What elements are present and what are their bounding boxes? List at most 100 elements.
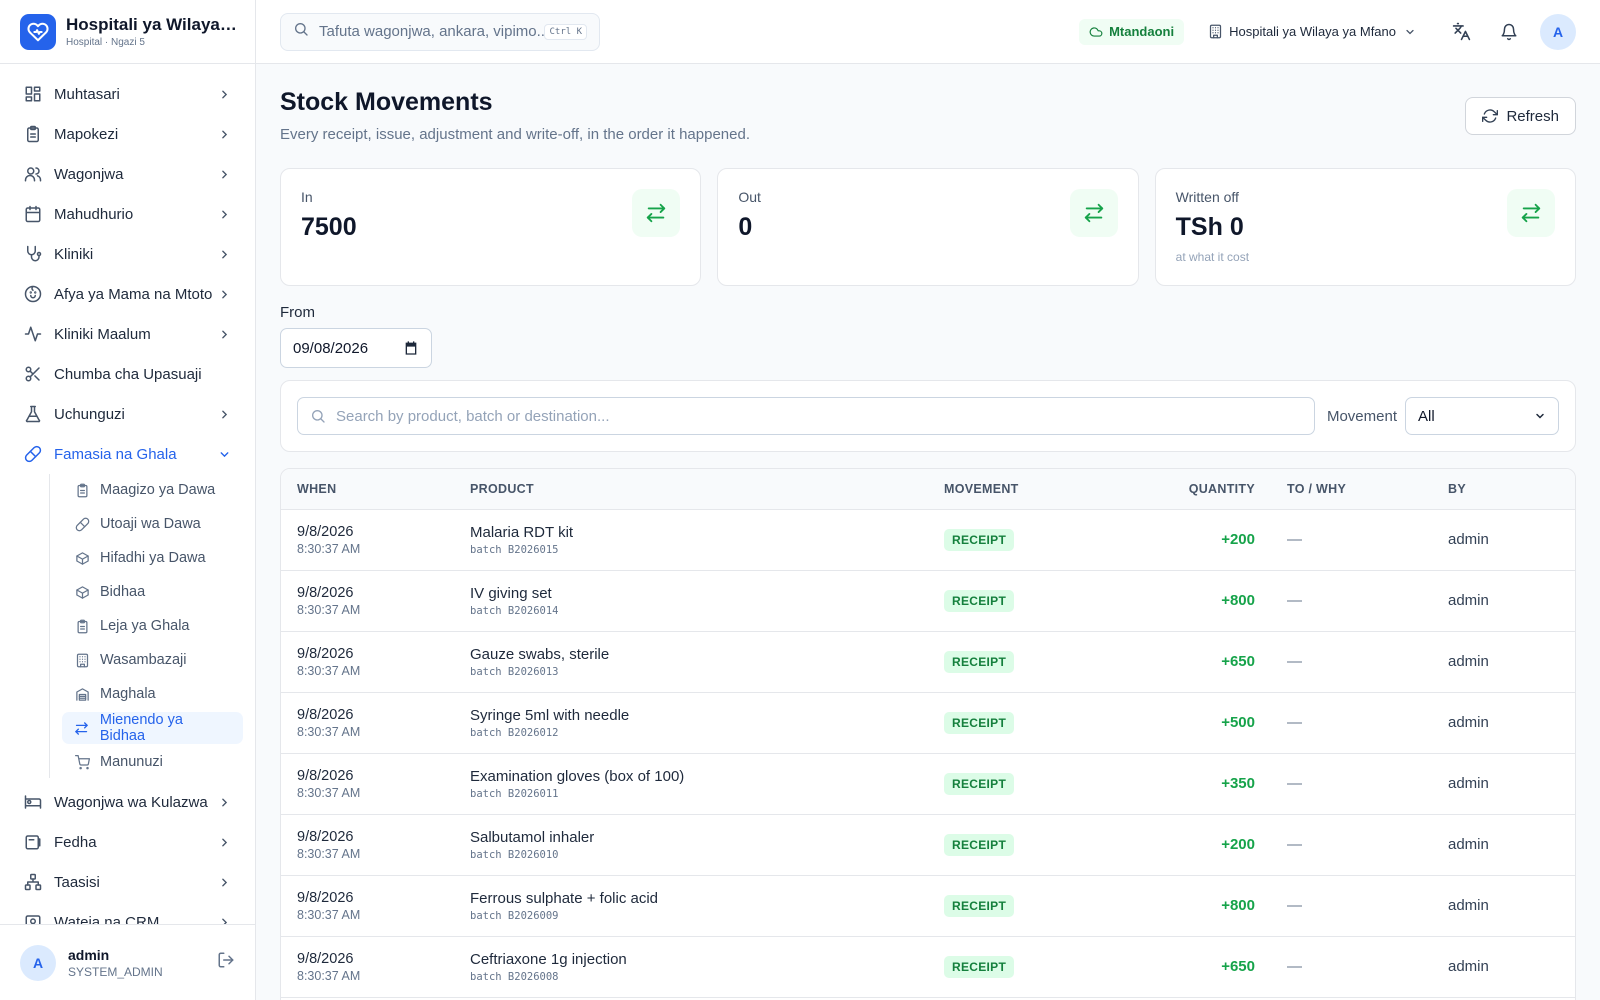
user-avatar[interactable]: A	[20, 944, 56, 981]
sidebar: Hospitali ya Wilaya ya Mfano Hospital · …	[0, 0, 256, 1000]
table-row[interactable]: 9/8/2026 8:30:37 AM Malaria RDT kit batch B…	[281, 509, 1575, 571]
row-product: Gauze swabs, sterile	[470, 645, 610, 663]
sidebar-item[interactable]: Wagonjwa wa Kulazwa	[12, 782, 243, 822]
sidebar-subitem-label: Hifadhi ya Dawa	[100, 550, 206, 566]
sidebar-subitem[interactable]: Hifadhi ya Dawa	[62, 542, 243, 574]
sidebar-item-label: Afya ya Mama na Mtoto	[54, 285, 213, 303]
movement-badge: RECEIPT	[944, 650, 1015, 673]
brand[interactable]: Hospitali ya Wilaya ya Mfano Hospital · …	[0, 0, 255, 64]
sidebar-item[interactable]: Taasisi	[12, 862, 243, 902]
movement-badge: RECEIPT	[944, 589, 1015, 612]
sidebar-item[interactable]: Fedha	[12, 822, 243, 862]
table-row[interactable]: 9/8/2026 8:30:37 AM Examination gloves (bo…	[281, 753, 1575, 815]
bell-icon[interactable]	[1492, 15, 1526, 49]
sidebar-subitem[interactable]: Leja ya Ghala	[62, 610, 243, 642]
sidebar-subitem[interactable]: Maghala	[62, 678, 243, 710]
row-date: 9/8/2026	[297, 523, 354, 540]
sidebar-item[interactable]: Kliniki Maalum	[12, 314, 243, 354]
sidebar-subitem[interactable]: Maagizo ya Dawa	[62, 474, 243, 506]
sidebar-item[interactable]: Famasia na Ghala	[12, 434, 243, 474]
arrows-icon	[1506, 189, 1555, 237]
col-quantity[interactable]: QUANTITY	[1106, 469, 1271, 510]
sidebar-subitem[interactable]: Utoaji wa Dawa	[62, 508, 243, 540]
refresh-button[interactable]: Refresh	[1465, 97, 1576, 135]
table-row[interactable]: 9/8/2026 8:30:37 AM Salbutamol inhaler batc…	[281, 814, 1575, 876]
global-search-input[interactable]: Tafuta wagonjwa, ankara, vipimo... Ctrl …	[280, 12, 600, 51]
stat-card: Written off TSh 0 at what it cost	[1154, 168, 1576, 286]
online-status-badge: Mtandaoni	[1079, 18, 1185, 45]
movement-badge: RECEIPT	[944, 833, 1015, 856]
calendar-icon[interactable]	[403, 340, 419, 356]
search-placeholder: Tafuta wagonjwa, ankara, vipimo...	[319, 23, 545, 40]
sidebar-item[interactable]: Afya ya Mama na Mtoto	[12, 274, 243, 314]
sidebar-item[interactable]: Kliniki	[12, 234, 243, 274]
table-row[interactable]: 9/8/2026 8:30:37 AM Syringe 5ml with needl…	[281, 692, 1575, 754]
table-row[interactable]: 9/8/2026 8:30:37 AM IV giving set batch B20…	[281, 570, 1575, 632]
row-product: IV giving set	[470, 584, 552, 602]
profile-avatar[interactable]: A	[1540, 13, 1576, 50]
sidebar-item-label: Mapokezi	[54, 125, 119, 143]
chevron-right-icon	[217, 795, 231, 809]
arrows-icon	[1069, 189, 1118, 237]
from-date-input[interactable]: 09/08/2026	[280, 328, 432, 368]
sidebar-item-label: Famasia na Ghala	[54, 445, 177, 463]
row-product: Ceftriaxone 1g injection	[470, 950, 627, 968]
sidebar-item[interactable]: Mahudhurio	[12, 194, 243, 234]
row-to-why: —	[1271, 570, 1432, 632]
user-role: SYSTEM_ADMIN	[68, 964, 163, 979]
sidebar-item-label: Wagonjwa	[54, 165, 124, 183]
building-icon	[74, 652, 90, 668]
sidebar-subitem[interactable]: Bidhaa	[62, 576, 243, 608]
col-movement[interactable]: MOVEMENT	[928, 469, 1106, 510]
sidebar-item[interactable]: Mapokezi	[12, 114, 243, 154]
col-by[interactable]: BY	[1432, 469, 1575, 510]
sidebar-item-label: Uchunguzi	[54, 405, 125, 423]
col-when[interactable]: WHEN	[281, 469, 454, 510]
row-to-why: —	[1271, 692, 1432, 754]
sidebar-item-label: Wagonjwa wa Kulazwa	[54, 793, 208, 811]
stat-card: Out 0	[717, 168, 1139, 286]
sidebar-item[interactable]: Uchunguzi	[12, 394, 243, 434]
main-content: Stock Movements Every receipt, issue, ad…	[256, 64, 1600, 1000]
language-icon[interactable]	[1444, 15, 1478, 49]
row-to-why: —	[1271, 875, 1432, 937]
sidebar-item-label: Muhtasari	[54, 85, 120, 103]
sidebar-subitem-label: Bidhaa	[100, 584, 146, 600]
row-product: Salbutamol inhaler	[470, 828, 595, 846]
row-product: Malaria RDT kit	[470, 523, 574, 541]
sidebar-item[interactable]: Wateja na CRM	[12, 902, 243, 924]
col-product[interactable]: PRODUCT	[454, 469, 928, 510]
chevron-right-icon	[217, 327, 231, 341]
chevron-right-icon	[217, 915, 231, 924]
sidebar-item[interactable]: Wagonjwa	[12, 154, 243, 194]
table-row[interactable]: 9/8/2026 8:30:37 AM Ferrous sulphate + fol…	[281, 875, 1575, 937]
arrows-icon	[74, 720, 90, 736]
sidebar-item[interactable]: Muhtasari	[12, 74, 243, 114]
facility-switcher[interactable]: Hospitali ya Wilaya ya Mfano	[1208, 24, 1416, 39]
sidebar-item-label: Wateja na CRM	[54, 913, 160, 925]
chevron-right-icon	[217, 247, 231, 261]
table-row[interactable]: 9/8/2026 8:30:37 AM Gauze swabs, sterile ba…	[281, 631, 1575, 693]
chevron-right-icon	[217, 167, 231, 181]
row-by: admin	[1432, 570, 1575, 632]
activity-icon	[24, 325, 42, 343]
row-to-why: —	[1271, 509, 1432, 571]
sidebar-item[interactable]: Chumba cha Upasuaji	[12, 354, 243, 394]
movement-select[interactable]: All	[1405, 397, 1559, 435]
row-quantity: +350	[1106, 753, 1271, 815]
network-icon	[24, 873, 42, 891]
sidebar-subitem[interactable]: Manunuzi	[62, 746, 243, 778]
logout-icon[interactable]	[217, 951, 235, 974]
col-to-why[interactable]: TO / WHY	[1271, 469, 1432, 510]
sidebar-subitem[interactable]: Wasambazaji	[62, 644, 243, 676]
movement-badge: RECEIPT	[944, 894, 1015, 917]
movement-search-input[interactable]: Search by product, batch or destination.…	[297, 397, 1315, 435]
row-batch: batch B2026013	[470, 665, 559, 678]
stat-label: Written off	[1175, 189, 1239, 205]
user-name: admin	[68, 946, 110, 963]
chevron-right-icon	[217, 835, 231, 849]
row-time: 8:30:37 AM	[297, 785, 361, 800]
sidebar-subitem[interactable]: Mienendo ya Bidhaa	[62, 712, 243, 744]
stat-note: at what it cost	[1175, 250, 1250, 264]
table-row[interactable]: 9/8/2026 8:30:37 AM Ceftriaxone 1g injecti…	[281, 936, 1575, 998]
